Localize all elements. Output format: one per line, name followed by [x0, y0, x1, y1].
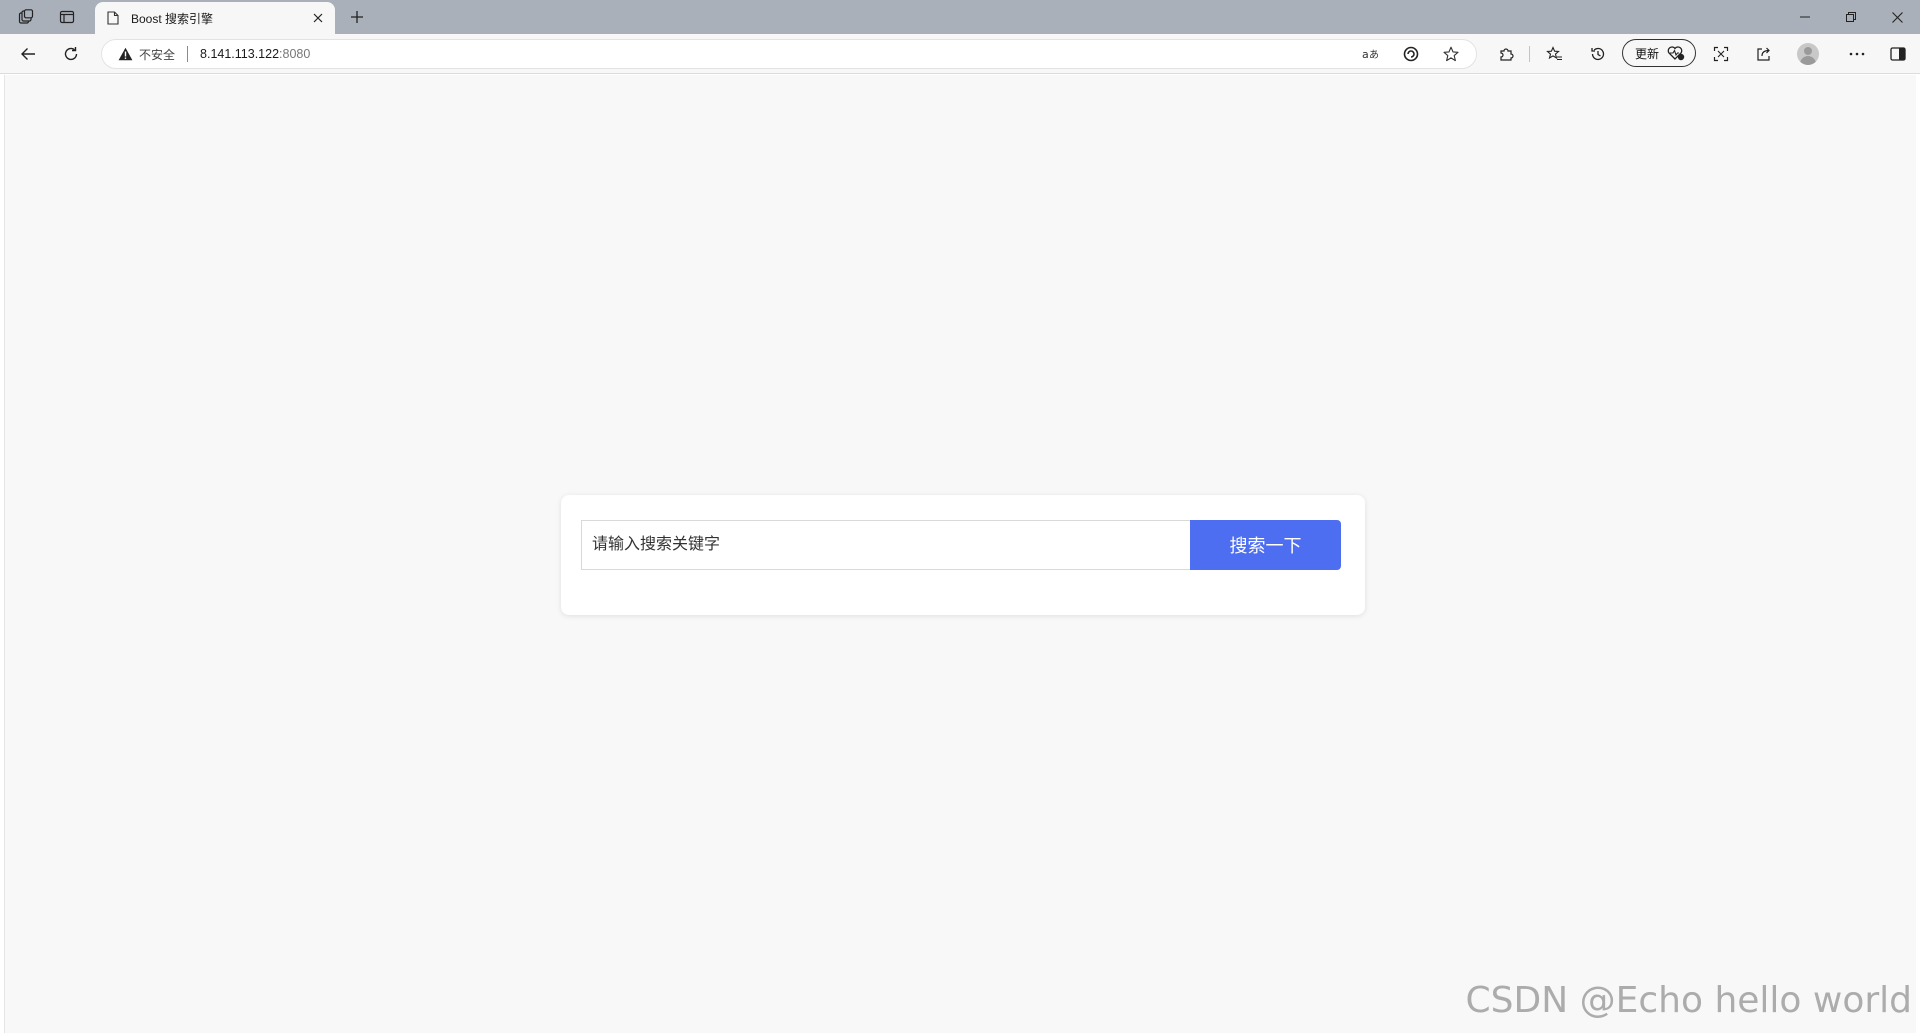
tab-actions-button[interactable]	[53, 5, 81, 29]
screenshot-button[interactable]	[1706, 40, 1736, 68]
health-icon	[1667, 45, 1685, 61]
refresh-icon	[63, 46, 79, 62]
security-indicator[interactable]: 不安全	[118, 46, 175, 63]
minimize-icon	[1800, 12, 1810, 22]
tab-actions-icon	[59, 9, 75, 25]
close-icon	[1891, 11, 1903, 23]
read-aloud-icon: aあ	[1362, 47, 1380, 61]
browser-toolbar: 不安全 8.141.113.122 :8080 aあ 更新	[0, 34, 1920, 74]
tab-strip: Boost 搜索引擎	[0, 0, 1920, 34]
new-tab-button[interactable]	[344, 4, 370, 30]
page-viewport: 搜索一下 CSDN @Echo hello world	[4, 75, 1916, 1033]
update-button[interactable]: 更新	[1622, 39, 1696, 67]
history-button[interactable]	[1583, 40, 1613, 68]
favorites-button[interactable]	[1539, 40, 1569, 68]
more-button[interactable]	[1842, 40, 1872, 68]
url-port: :8080	[279, 47, 311, 61]
close-icon	[313, 13, 323, 23]
profile-avatar[interactable]	[1797, 43, 1819, 65]
extensions-button[interactable]	[1491, 40, 1521, 68]
translate-button[interactable]	[1396, 41, 1426, 67]
more-icon	[1849, 52, 1865, 56]
security-label: 不安全	[139, 47, 176, 62]
address-divider	[187, 46, 189, 62]
screenshot-icon	[1713, 46, 1729, 62]
search-container: 搜索一下	[561, 495, 1365, 615]
puzzle-icon	[1498, 46, 1514, 62]
favorites-icon	[1545, 46, 1563, 62]
back-arrow-icon	[20, 46, 36, 62]
watermark: CSDN @Echo hello world	[1465, 980, 1912, 1021]
plus-icon	[350, 10, 364, 24]
close-window-button[interactable]	[1874, 0, 1920, 34]
restore-button[interactable]	[1828, 0, 1874, 34]
workspaces-icon	[18, 9, 34, 25]
url-host: 8.141.113.122	[200, 47, 280, 61]
tab-title: Boost 搜索引擎	[131, 11, 214, 26]
search-button[interactable]: 搜索一下	[1190, 520, 1341, 570]
star-icon	[1443, 46, 1459, 62]
translate-icon	[1403, 46, 1419, 62]
read-aloud-button[interactable]: aあ	[1356, 41, 1386, 67]
sidebar-button[interactable]	[1883, 40, 1913, 68]
warning-triangle-icon	[118, 47, 133, 61]
tab-close-button[interactable]	[307, 7, 329, 29]
page-icon	[105, 10, 121, 26]
share-button[interactable]	[1749, 40, 1779, 68]
restore-icon	[1846, 12, 1856, 22]
update-label: 更新	[1635, 46, 1660, 61]
favorite-button[interactable]	[1436, 41, 1466, 67]
toolbar-divider	[1529, 46, 1530, 62]
refresh-button[interactable]	[56, 40, 86, 68]
svg-text:a: a	[1362, 48, 1369, 61]
minimize-button[interactable]	[1782, 0, 1828, 34]
tab-active[interactable]: Boost 搜索引擎	[95, 2, 335, 34]
history-icon	[1590, 46, 1606, 62]
address-bar[interactable]: 不安全 8.141.113.122 :8080 aあ	[101, 39, 1477, 69]
search-input[interactable]	[581, 520, 1190, 570]
sidebar-icon	[1890, 47, 1906, 61]
back-button[interactable]	[13, 40, 43, 68]
share-icon	[1756, 46, 1772, 62]
workspaces-button[interactable]	[12, 5, 40, 29]
svg-text:あ: あ	[1369, 49, 1379, 61]
